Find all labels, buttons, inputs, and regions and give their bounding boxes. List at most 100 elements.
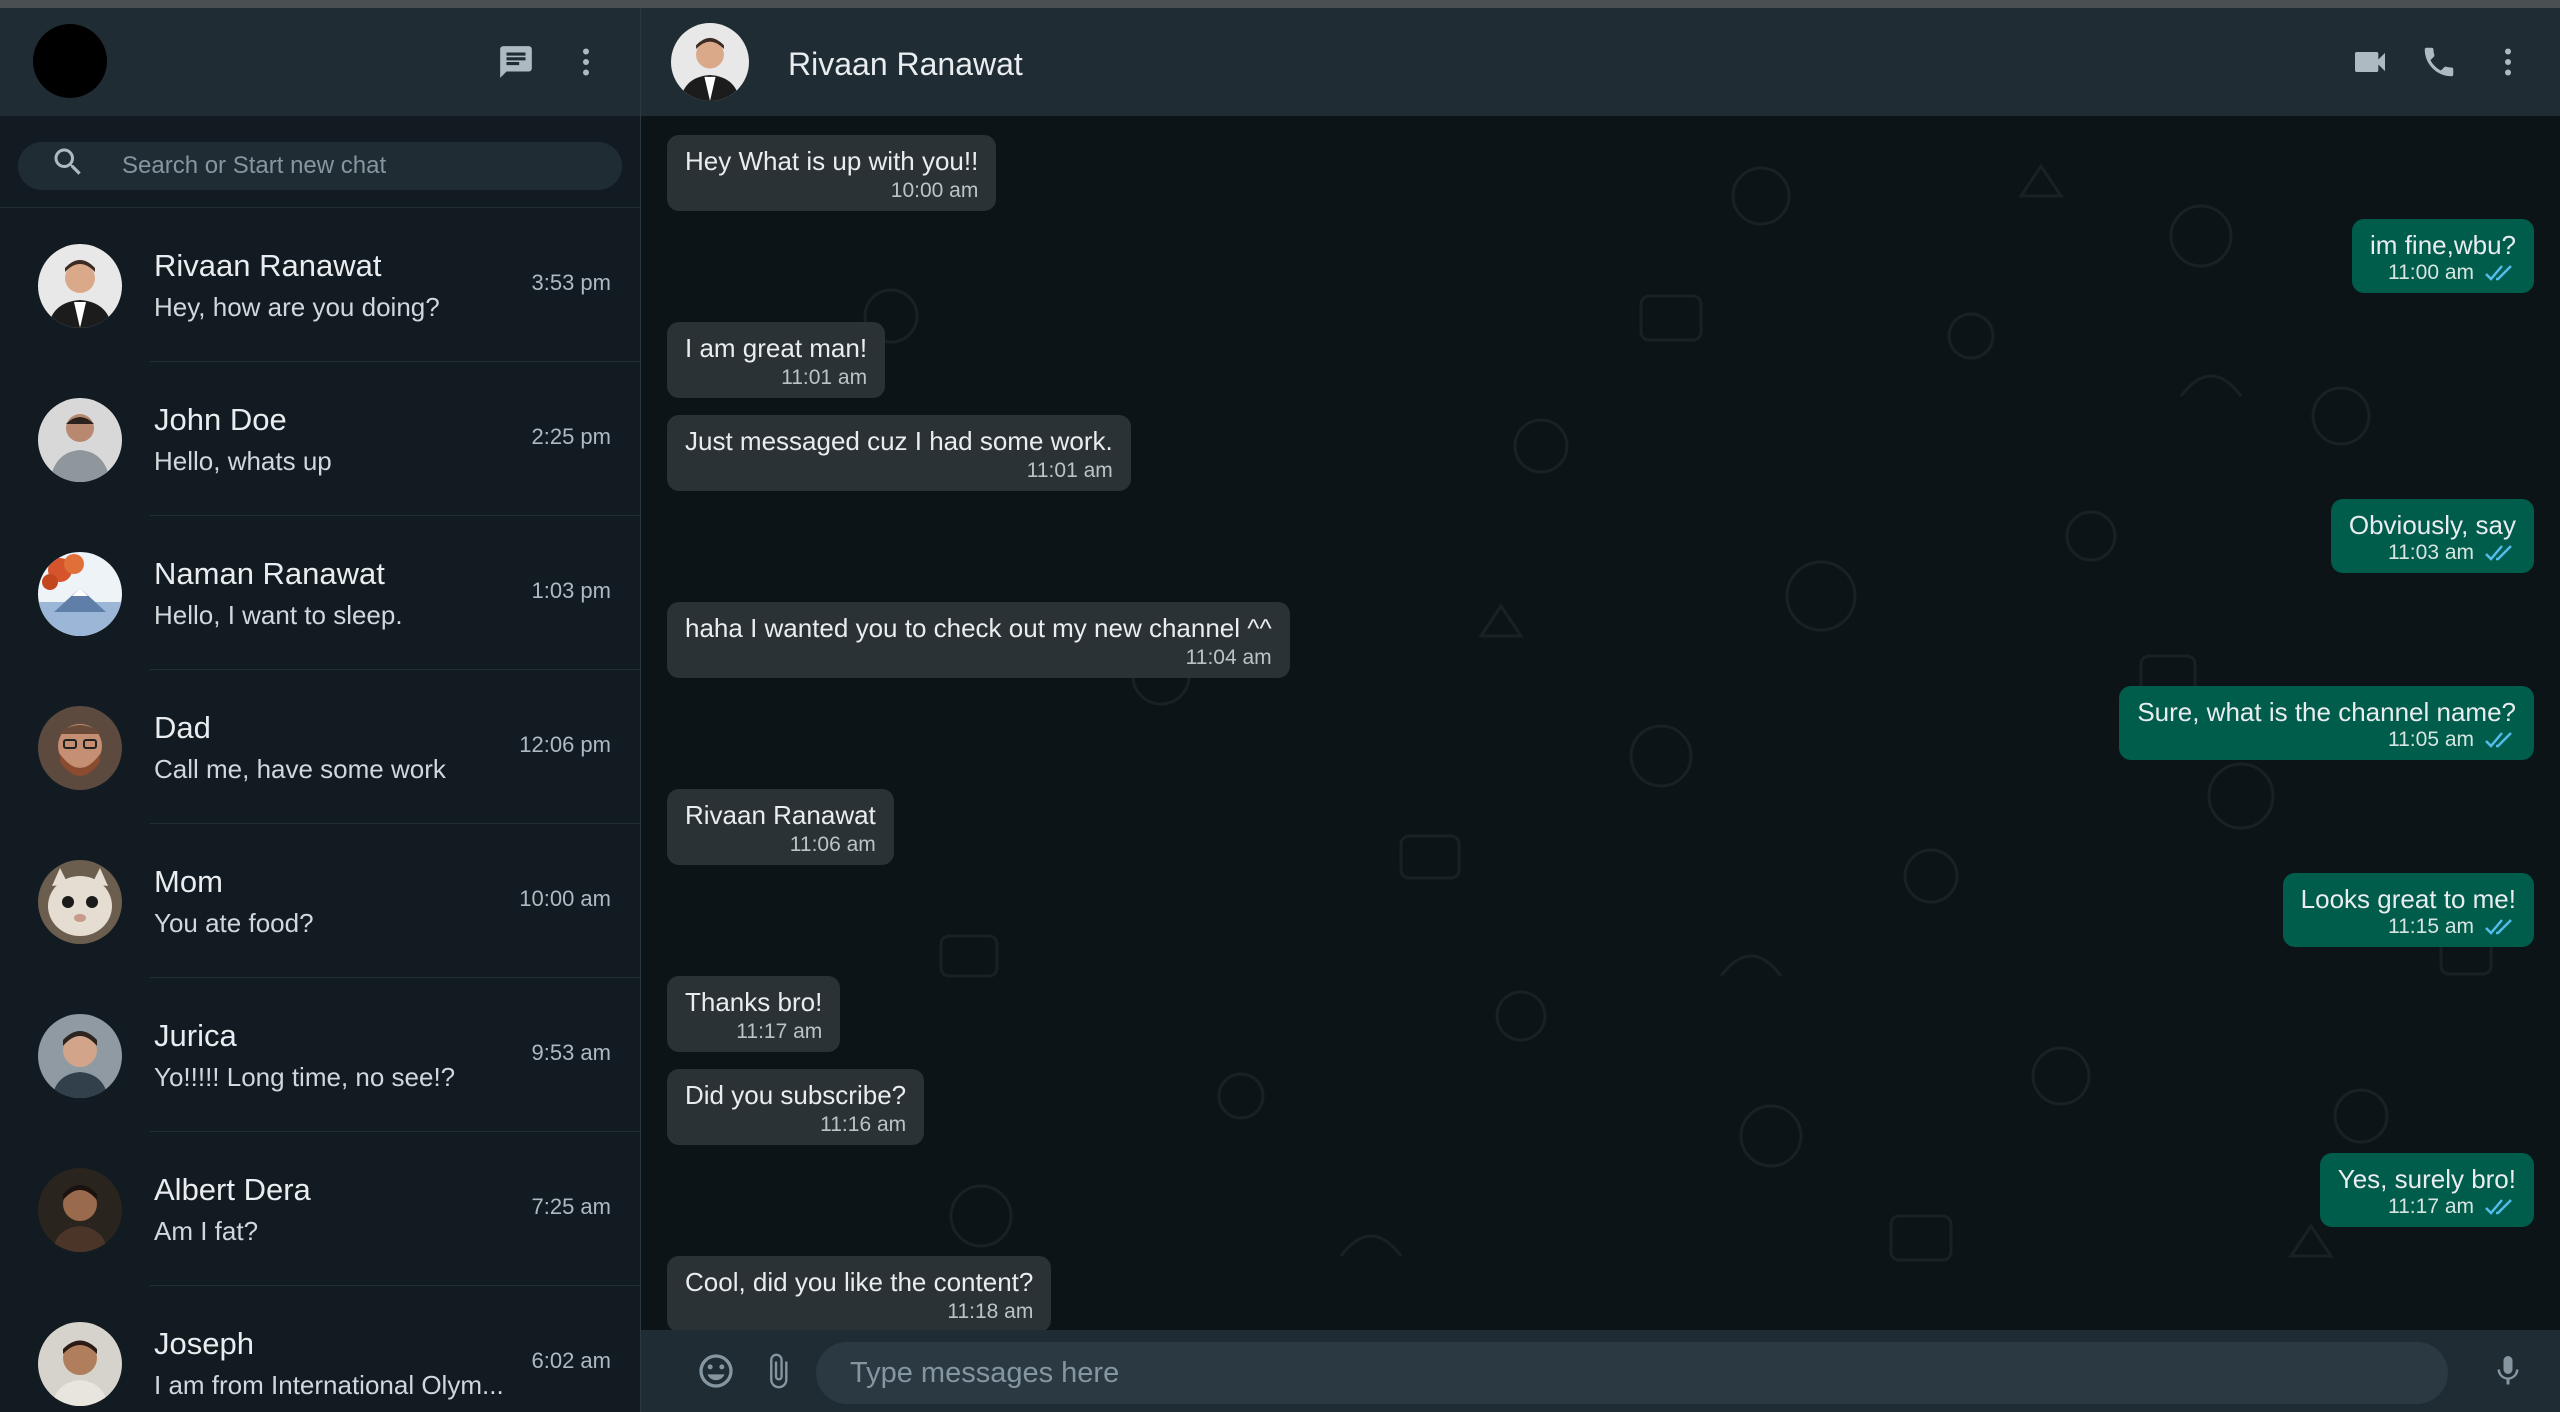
chat-preview: Call me, have some work	[154, 754, 446, 784]
message-outgoing: Obviously, say 11:03 am	[2330, 499, 2534, 573]
message-text: Sure, what is the channel name?	[2137, 697, 2516, 727]
voice-call-icon[interactable]	[2415, 38, 2463, 86]
contact-avatar	[38, 860, 122, 944]
sidebar-header	[0, 8, 640, 116]
message-incoming: Just messaged cuz I had some work. 11:01…	[667, 415, 1131, 491]
contact-avatar	[38, 1322, 122, 1406]
chat-item-joseph[interactable]: Joseph I am from International Olym... 6…	[0, 1286, 640, 1412]
message-text: Did you subscribe?	[685, 1080, 907, 1110]
chat-name: John Doe	[154, 402, 287, 437]
chat-preview: You ate food?	[154, 908, 314, 938]
message-time: 11:17 am	[736, 1020, 823, 1043]
message-time: 11:17 am	[2388, 1195, 2474, 1218]
message-incoming: haha I wanted you to check out my new ch…	[667, 602, 1290, 678]
read-ticks-icon	[2485, 265, 2512, 281]
contact-avatar	[38, 244, 122, 328]
chat-time: 6:02 am	[531, 1348, 612, 1373]
message-time: 10:00 am	[890, 179, 979, 202]
chat-preview: I am from International Olym...	[154, 1370, 504, 1400]
message-text: Hey What is up with you!!	[685, 146, 979, 176]
chat-name: Joseph	[154, 1326, 254, 1361]
chat-name: Mom	[154, 864, 223, 899]
read-ticks-icon	[2485, 1199, 2512, 1215]
window-top-border	[0, 0, 2560, 8]
message-text: Yes, surely bro!	[2337, 1164, 2516, 1194]
contact-avatar	[38, 1168, 122, 1252]
chat-preview: Hello, I want to sleep.	[154, 600, 403, 630]
chat-name: Albert Dera	[154, 1172, 311, 1207]
message-text: Thanks bro!	[685, 987, 823, 1017]
message-list: Hey What is up with you!! 10:00 am im fi…	[641, 116, 2560, 1332]
message-time: 11:01 am	[1026, 459, 1113, 482]
message-incoming: Cool, did you like the content? 11:18 am	[667, 1256, 1052, 1332]
message-text: Looks great to me!	[2300, 884, 2516, 914]
chat-item-john-doe[interactable]: John Doe Hello, whats up 2:25 pm	[0, 362, 640, 516]
message-text: Just messaged cuz I had some work.	[685, 426, 1113, 456]
chat-preview: Yo!!!!! Long time, no see!?	[154, 1062, 456, 1092]
read-ticks-icon	[2485, 919, 2512, 935]
search-icon	[54, 148, 81, 175]
chat-sidebar: Rivaan Ranawat Hey, how are you doing? 3…	[0, 8, 641, 1412]
message-incoming: Hey What is up with you!! 10:00 am	[667, 135, 997, 211]
contact-avatar	[38, 398, 122, 482]
message-text: haha I wanted you to check out my new ch…	[685, 613, 1272, 643]
message-text: Obviously, say	[2348, 510, 2516, 540]
chat-time: 1:03 pm	[531, 578, 612, 603]
search-input[interactable]	[122, 142, 602, 190]
chat-preview: Hey, how are you doing?	[154, 292, 440, 322]
contact-name[interactable]: Rivaan Ranawat	[788, 46, 1023, 83]
chat-preview: Am I fat?	[154, 1216, 259, 1246]
message-outgoing: Yes, surely bro! 11:17 am	[2319, 1153, 2534, 1227]
chat-time: 10:00 am	[519, 886, 611, 911]
chat-name: Jurica	[154, 1018, 237, 1053]
contact-avatar[interactable]	[671, 23, 749, 101]
chat-item-rivaan-ranawat[interactable]: Rivaan Ranawat Hey, how are you doing? 3…	[0, 208, 640, 362]
chat-list: Rivaan Ranawat Hey, how are you doing? 3…	[0, 208, 640, 1412]
chat-item-naman-ranawat[interactable]: Naman Ranawat Hello, I want to sleep. 1:…	[0, 516, 640, 670]
attach-icon[interactable]	[753, 1346, 803, 1396]
conversation-menu-icon[interactable]	[2484, 38, 2532, 86]
emoji-icon[interactable]	[691, 1346, 741, 1396]
my-profile-avatar[interactable]	[33, 24, 107, 98]
sidebar-menu-icon[interactable]	[562, 38, 610, 86]
message-incoming: I am great man! 11:01 am	[667, 322, 886, 398]
message-input[interactable]	[816, 1342, 2448, 1404]
message-time: 11:15 am	[2388, 915, 2474, 938]
conversation-panel: Rivaan Ranawat Hey What is up with you!!…	[641, 8, 2560, 1412]
read-ticks-icon	[2485, 545, 2512, 561]
read-ticks-icon	[2485, 732, 2512, 748]
message-time: 11:06 am	[789, 833, 876, 856]
chat-preview: Hello, whats up	[154, 446, 332, 476]
contact-avatar	[38, 706, 122, 790]
chat-time: 2:25 pm	[531, 424, 612, 449]
message-incoming: Rivaan Ranawat 11:06 am	[667, 789, 894, 865]
chat-time: 12:06 pm	[519, 732, 611, 757]
chat-item-albert-dera[interactable]: Albert Dera Am I fat? 7:25 am	[0, 1132, 640, 1286]
new-chat-icon[interactable]	[492, 38, 540, 86]
conversation-header: Rivaan Ranawat	[641, 8, 2560, 116]
chat-item-mom[interactable]: Mom You ate food? 10:00 am	[0, 824, 640, 978]
message-time: 11:18 am	[947, 1300, 1034, 1323]
message-time: 11:16 am	[820, 1113, 907, 1136]
microphone-icon[interactable]	[2483, 1346, 2533, 1396]
video-call-icon[interactable]	[2346, 38, 2394, 86]
message-composer	[641, 1330, 2560, 1412]
chat-item-dad[interactable]: Dad Call me, have some work 12:06 pm	[0, 670, 640, 824]
message-outgoing: Looks great to me! 11:15 am	[2282, 873, 2534, 947]
chat-time: 3:53 pm	[531, 270, 612, 295]
message-time: 11:04 am	[1185, 646, 1272, 669]
message-text: im fine,wbu?	[2370, 230, 2516, 260]
message-text: I am great man!	[685, 333, 868, 363]
message-time: 11:05 am	[2388, 728, 2474, 751]
message-outgoing: im fine,wbu? 11:00 am	[2352, 219, 2534, 293]
contact-avatar	[38, 1014, 122, 1098]
chat-name: Rivaan Ranawat	[154, 248, 382, 283]
message-text: Rivaan Ranawat	[685, 800, 876, 830]
contact-avatar	[38, 552, 122, 636]
chat-time: 7:25 am	[531, 1194, 612, 1219]
chat-name: Naman Ranawat	[154, 556, 385, 591]
message-time: 11:01 am	[781, 366, 868, 389]
chat-time: 9:53 am	[531, 1040, 612, 1065]
chat-item-jurica[interactable]: Jurica Yo!!!!! Long time, no see!? 9:53 …	[0, 978, 640, 1132]
message-outgoing: Sure, what is the channel name? 11:05 am	[2119, 686, 2534, 760]
